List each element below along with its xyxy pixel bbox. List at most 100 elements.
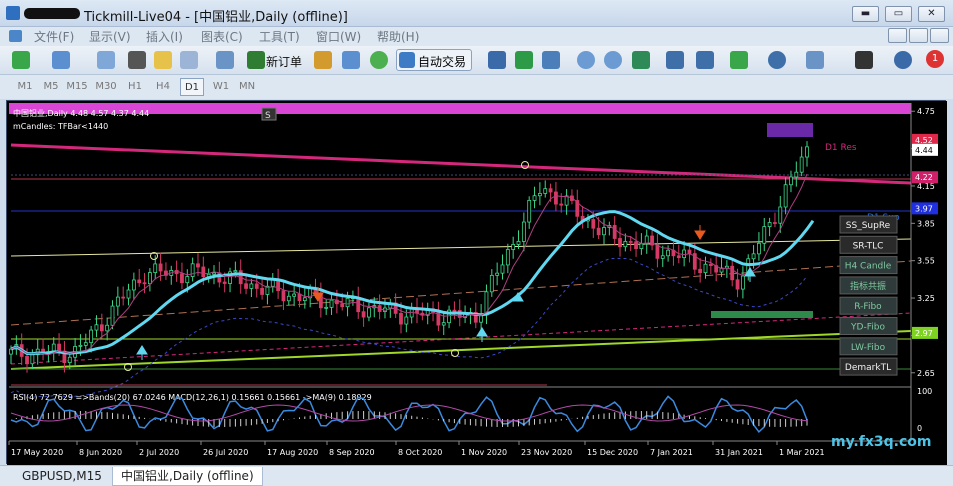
svg-text:LW-Fibo: LW-Fibo bbox=[851, 343, 886, 353]
chart-tab-0[interactable]: GBPUSD,M15 bbox=[14, 467, 110, 486]
window-title: Tickmill-Live04 - [中国铝业,Daily (offline)] bbox=[84, 10, 348, 25]
menu-view[interactable]: 显示(V) bbox=[89, 28, 131, 45]
price-tag: 4.22 bbox=[912, 171, 938, 184]
crosshair-icon[interactable] bbox=[128, 51, 146, 69]
panel-button-2[interactable]: H4 Candle bbox=[839, 256, 898, 275]
close-button[interactable]: ✕ bbox=[918, 6, 945, 22]
templates-icon[interactable] bbox=[806, 51, 824, 69]
svg-text:SS_SupRe: SS_SupRe bbox=[846, 221, 891, 231]
periods-icon[interactable] bbox=[768, 51, 786, 69]
period-h1[interactable]: H1 bbox=[124, 78, 146, 96]
svg-text:2.97: 2.97 bbox=[915, 329, 933, 338]
price-tick-label: 3.25 bbox=[917, 294, 935, 303]
zoom-in-icon[interactable] bbox=[577, 51, 595, 69]
metaeditor-icon[interactable] bbox=[314, 51, 332, 69]
notification-badge[interactable]: 1 bbox=[926, 50, 944, 68]
new-chart-icon[interactable] bbox=[12, 51, 30, 69]
auto-trading-icon bbox=[399, 52, 415, 68]
menu-file[interactable]: 文件(F) bbox=[34, 28, 74, 45]
period-d1[interactable]: D1 bbox=[180, 78, 204, 96]
period-h4[interactable]: H4 bbox=[152, 78, 174, 96]
panel-button-5[interactable]: YD-Fibo bbox=[839, 317, 898, 335]
period-m5[interactable]: M5 bbox=[40, 78, 62, 96]
child-minimize-button[interactable] bbox=[888, 28, 907, 43]
title-redaction bbox=[24, 8, 80, 19]
price-chart[interactable]: S 中国铝业,Daily 4.48 4.57 4.37 4.44 mCandle… bbox=[7, 101, 947, 465]
price-tick-label: 4.15 bbox=[917, 182, 935, 191]
new-order-button[interactable]: 新订单 bbox=[266, 53, 302, 70]
menu-help[interactable]: 帮助(H) bbox=[377, 28, 419, 45]
panel-button-6[interactable]: LW-Fibo bbox=[839, 337, 898, 356]
new-order-icon[interactable] bbox=[247, 51, 265, 69]
date-tick-label: 15 Dec 2020 bbox=[587, 448, 638, 457]
app-icon bbox=[6, 6, 20, 20]
watermark: my.fx3q.com bbox=[831, 434, 931, 450]
tester-icon[interactable] bbox=[216, 51, 234, 69]
svg-text:3.97: 3.97 bbox=[915, 204, 933, 213]
chart-tabs: GBPUSD,M15 中国铝业,Daily (offline) bbox=[0, 465, 953, 486]
child-restore-button[interactable] bbox=[909, 28, 928, 43]
price-tick-label: 3.55 bbox=[917, 257, 935, 266]
search-icon[interactable] bbox=[894, 51, 912, 69]
chart-tab-1[interactable]: 中国铝业,Daily (offline) bbox=[112, 467, 263, 486]
menu-insert[interactable]: 插入(I) bbox=[146, 28, 183, 45]
tile-windows-icon[interactable] bbox=[632, 51, 650, 69]
period-m30[interactable]: M30 bbox=[95, 78, 117, 96]
line-chart-icon[interactable] bbox=[542, 51, 560, 69]
support-zone bbox=[711, 311, 813, 318]
mcandles-label: mCandles: TFBar<1440 bbox=[13, 122, 108, 131]
profiles-icon[interactable] bbox=[52, 51, 70, 69]
date-tick-label: 2 Jul 2020 bbox=[139, 448, 179, 457]
date-tick-label: 8 Sep 2020 bbox=[329, 448, 375, 457]
chart-header: 中国铝业,Daily 4.48 4.57 4.37 4.44 bbox=[13, 108, 149, 118]
date-tick-label: 8 Oct 2020 bbox=[398, 448, 442, 457]
panel-button-0[interactable]: SS_SupRe bbox=[839, 215, 898, 234]
date-tick-label: 17 May 2020 bbox=[11, 448, 63, 457]
resistance-zone bbox=[767, 123, 813, 137]
date-tick-label: 23 Nov 2020 bbox=[521, 448, 572, 457]
price-tag: 3.97 bbox=[912, 202, 938, 215]
panel-button-1[interactable]: SR-TLC bbox=[839, 235, 898, 254]
svg-text:DemarkTL: DemarkTL bbox=[845, 363, 891, 373]
svg-text:R-Fibo: R-Fibo bbox=[854, 302, 882, 312]
indicator-label: RSI(4) 72.7629 =>Bands(20) 67.0246 MACD(… bbox=[13, 393, 372, 402]
restore-button[interactable]: ▭ bbox=[885, 6, 912, 22]
terminal-icon[interactable] bbox=[180, 51, 198, 69]
svg-text:指标共振: 指标共振 bbox=[850, 280, 886, 292]
market-watch-icon[interactable] bbox=[97, 51, 115, 69]
price-tick-label: 4.75 bbox=[917, 107, 935, 116]
bar-chart-icon[interactable] bbox=[488, 51, 506, 69]
price-tag: 2.97 bbox=[912, 326, 938, 339]
title-bar: Tickmill-Live04 - [中国铝业,Daily (offline)]… bbox=[0, 0, 953, 27]
auto-trading-button[interactable]: 自动交易 bbox=[396, 49, 472, 71]
panel-button-7[interactable]: DemarkTL bbox=[839, 357, 898, 376]
community-icon[interactable] bbox=[370, 51, 388, 69]
chart-window[interactable]: S 中国铝业,Daily 4.48 4.57 4.37 4.44 mCandle… bbox=[6, 100, 947, 465]
panel-button-4[interactable]: R-Fibo bbox=[839, 296, 898, 315]
chart-shift-icon[interactable] bbox=[696, 51, 714, 69]
navigator-icon[interactable] bbox=[154, 51, 172, 69]
signals-icon[interactable] bbox=[342, 51, 360, 69]
indicators-icon[interactable] bbox=[730, 51, 748, 69]
date-tick-label: 26 Jul 2020 bbox=[203, 448, 248, 457]
svg-text:H4 Candle: H4 Candle bbox=[845, 262, 892, 272]
cursor-icon[interactable] bbox=[855, 51, 873, 69]
period-w1[interactable]: W1 bbox=[210, 78, 232, 96]
document-icon bbox=[9, 30, 22, 42]
menu-window[interactable]: 窗口(W) bbox=[316, 28, 361, 45]
menu-chart[interactable]: 图表(C) bbox=[201, 28, 243, 45]
auto-scroll-icon[interactable] bbox=[666, 51, 684, 69]
indicator-tick-label: 100 bbox=[917, 387, 932, 396]
period-m1[interactable]: M1 bbox=[14, 78, 36, 96]
candlestick-chart-icon[interactable] bbox=[515, 51, 533, 69]
price-tag: 4.44 bbox=[912, 143, 938, 156]
svg-text:4.44: 4.44 bbox=[915, 146, 933, 155]
minimize-button[interactable]: ▬ bbox=[852, 6, 879, 22]
svg-text:SR-TLC: SR-TLC bbox=[853, 241, 884, 251]
child-close-button[interactable] bbox=[930, 28, 949, 43]
zoom-out-icon[interactable] bbox=[604, 51, 622, 69]
period-m15[interactable]: M15 bbox=[66, 78, 88, 96]
period-mn[interactable]: MN bbox=[236, 78, 258, 96]
menu-tools[interactable]: 工具(T) bbox=[259, 28, 300, 45]
panel-button-3[interactable]: 指标共振 bbox=[839, 276, 898, 295]
